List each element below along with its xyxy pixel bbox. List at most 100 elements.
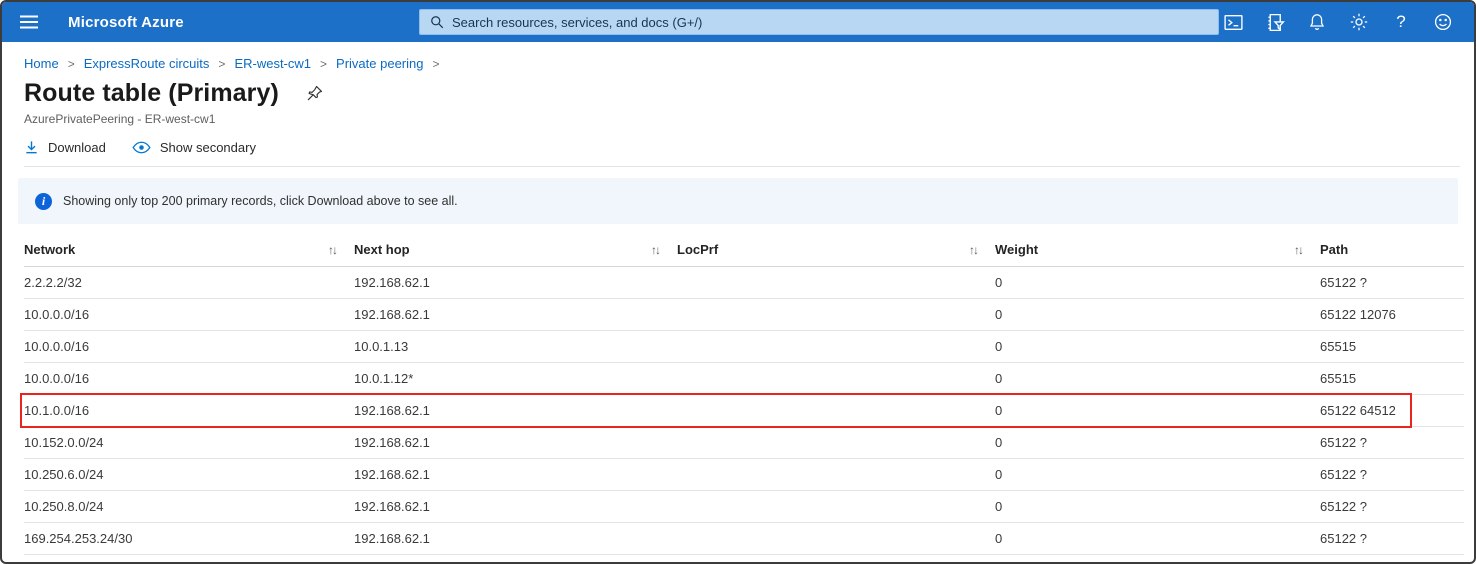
table-row: 10.250.6.0/24 192.168.62.1 0 65122 ?: [24, 459, 1464, 491]
column-header-locprf[interactable]: LocPrf ↑↓: [677, 242, 995, 257]
topbar: Microsoft Azure Search resources, servic…: [2, 2, 1474, 42]
cell-network: 10.0.0.0/16: [24, 307, 90, 322]
page-subtitle: AzurePrivatePeering - ER-west-cw1: [24, 112, 216, 126]
cell-next-hop: 192.168.62.1: [354, 275, 430, 290]
cell-network: 10.1.0.0/16: [24, 403, 90, 418]
search-icon: [431, 16, 444, 29]
cell-network: 10.152.0.0/24: [24, 435, 104, 450]
table-row: 10.0.0.0/16 192.168.62.1 0 65122 12076: [24, 299, 1464, 331]
column-header-label: LocPrf: [677, 242, 719, 257]
cell-next-hop: 192.168.62.1: [354, 531, 430, 546]
table-row: 10.0.0.0/16 10.0.1.12* 0 65515: [24, 363, 1464, 395]
azure-portal-window: Microsoft Azure Search resources, servic…: [0, 0, 1476, 564]
notifications-button[interactable]: [1300, 5, 1334, 39]
portal-menu-button[interactable]: [12, 5, 46, 39]
cell-weight: 0: [995, 467, 1003, 482]
breadcrumb-link-expressroute-circuits[interactable]: ExpressRoute circuits: [84, 56, 210, 71]
directory-filter-button[interactable]: [1258, 5, 1292, 39]
cell-path: 65122 ?: [1320, 499, 1367, 514]
help-button[interactable]: ?: [1384, 5, 1418, 39]
breadcrumb-link-private-peering[interactable]: Private peering: [336, 56, 423, 71]
cell-weight: 0: [995, 307, 1003, 322]
cell-next-hop: 10.0.1.13: [354, 339, 409, 354]
cloud-shell-button[interactable]: [1216, 5, 1250, 39]
breadcrumb-separator: >: [218, 56, 226, 71]
table-row: 169.254.253.24/30 192.168.62.1 0 65122 ?: [24, 523, 1464, 555]
cloud-shell-icon: [1223, 14, 1243, 30]
help-icon: ?: [1396, 12, 1406, 31]
column-header-label: Weight: [995, 242, 1039, 257]
table-row: 10.250.8.0/24 192.168.62.1 0 65122 ?: [24, 491, 1464, 523]
table-row: 10.1.0.0/16 192.168.62.1 0 65122 64512: [20, 393, 1464, 428]
download-icon: [26, 141, 37, 154]
global-search-input[interactable]: Search resources, services, and docs (G+…: [419, 9, 1219, 35]
route-table-body: 2.2.2.2/32 192.168.62.1 0 65122 ? 10.0.0.0/1…: [20, 267, 1464, 555]
pin-to-dashboard-button[interactable]: [305, 84, 324, 103]
cell-weight: 0: [995, 371, 1003, 386]
show-secondary-label: Show secondary: [159, 140, 256, 155]
column-header-weight[interactable]: Weight ↑↓: [995, 242, 1320, 257]
info-banner: i Showing only top 200 primary records, …: [18, 178, 1458, 224]
cell-network: 10.250.6.0/24: [24, 467, 104, 482]
table-row: 10.152.0.0/24 192.168.62.1 0 65122 ?: [24, 427, 1464, 459]
smiley-icon: [1434, 13, 1452, 31]
cell-weight: 0: [995, 403, 1003, 418]
table-row: 10.0.0.0/16 10.0.1.13 0 65515: [24, 331, 1464, 363]
breadcrumb-separator: >: [320, 56, 328, 71]
cell-network: 10.0.0.0/16: [24, 339, 90, 354]
cell-path: 65122 12076: [1320, 307, 1396, 322]
breadcrumb-separator: >: [67, 56, 75, 71]
settings-button[interactable]: [1342, 5, 1376, 39]
route-table: Network ↑↓ Next hop ↑↓ LocPrf ↑↓ Weight ↑↓ Path …: [20, 242, 1464, 555]
sort-icon[interactable]: ↑↓: [651, 243, 661, 257]
cell-weight: 0: [995, 339, 1003, 354]
feedback-button[interactable]: [1426, 5, 1460, 39]
azure-brand-link[interactable]: Microsoft Azure: [68, 14, 184, 31]
pin-icon: [307, 85, 323, 101]
cell-path: 65515: [1320, 371, 1357, 386]
cell-path: 65515: [1320, 339, 1357, 354]
show-secondary-button[interactable]: Show secondary: [132, 140, 256, 155]
breadcrumb-link-home[interactable]: Home: [24, 56, 59, 71]
cell-next-hop: 192.168.62.1: [354, 499, 430, 514]
cell-next-hop: 192.168.62.1: [354, 403, 430, 418]
page-title: Route table (Primary): [24, 79, 279, 107]
breadcrumb-link-er-west-cw1[interactable]: ER-west-cw1: [234, 56, 311, 71]
column-header-path[interactable]: Path: [1320, 242, 1464, 257]
gear-icon: [1350, 13, 1368, 31]
info-banner-text: Showing only top 200 primary records, cl…: [63, 194, 458, 208]
column-header-next-hop[interactable]: Next hop ↑↓: [354, 242, 677, 257]
cell-next-hop: 192.168.62.1: [354, 467, 430, 482]
column-header-label: Network: [24, 242, 76, 257]
cell-weight: 0: [995, 499, 1003, 514]
cell-path: 65122 ?: [1320, 275, 1367, 290]
search-placeholder: Search resources, services, and docs (G+…: [452, 14, 703, 30]
cell-next-hop: 192.168.62.1: [354, 435, 430, 450]
cell-path: 65122 ?: [1320, 467, 1367, 482]
column-header-network[interactable]: Network ↑↓: [24, 242, 354, 257]
download-label: Download: [48, 140, 106, 155]
cell-network: 2.2.2.2/32: [24, 275, 82, 290]
eye-icon: [132, 141, 151, 154]
column-header-label: Path: [1320, 242, 1349, 257]
route-table-header: Network ↑↓ Next hop ↑↓ LocPrf ↑↓ Weight ↑↓ Path: [24, 242, 1464, 267]
cell-network: 169.254.253.24/30: [24, 531, 133, 546]
sort-icon[interactable]: ↑↓: [969, 243, 979, 257]
cell-path: 65122 ?: [1320, 531, 1367, 546]
cell-next-hop: 10.0.1.12*: [354, 371, 414, 386]
sort-icon[interactable]: ↑↓: [328, 243, 338, 257]
cell-network: 10.250.8.0/24: [24, 499, 104, 514]
hamburger-icon: [20, 15, 38, 29]
cell-path: 65122 64512: [1320, 403, 1396, 418]
directory-filter-icon: [1267, 13, 1285, 31]
download-button[interactable]: Download: [24, 140, 106, 155]
sort-icon[interactable]: ↑↓: [1294, 243, 1304, 257]
table-row: 2.2.2.2/32 192.168.62.1 0 65122 ?: [24, 267, 1464, 299]
info-icon: i: [35, 192, 52, 210]
cell-next-hop: 192.168.62.1: [354, 307, 430, 322]
topbar-icon-group: ?: [1216, 5, 1460, 39]
bell-icon: [1309, 14, 1325, 30]
breadcrumb: Home > ExpressRoute circuits > ER-west-cw1 > P…: [2, 42, 1474, 71]
cell-weight: 0: [995, 275, 1003, 290]
cell-network: 10.0.0.0/16: [24, 371, 90, 386]
